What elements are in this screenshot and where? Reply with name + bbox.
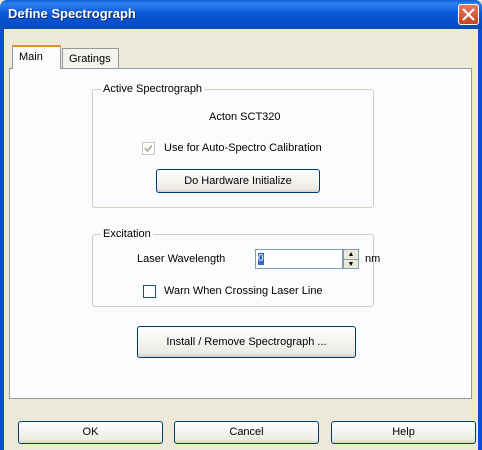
help-button[interactable]: Help — [331, 421, 476, 444]
auto-calibration-checkbox[interactable] — [142, 142, 155, 155]
active-spectrograph-group: Active Spectrograph Acton SCT320 Use for… — [92, 83, 374, 208]
ok-button[interactable]: OK — [18, 421, 163, 444]
laser-wavelength-value: 0 — [258, 253, 264, 266]
spectrograph-model: Acton SCT320 — [209, 111, 281, 123]
active-spectrograph-group-label: Active Spectrograph — [101, 83, 205, 95]
laser-wavelength-label: Laser Wavelength — [137, 253, 226, 265]
laser-wavelength-spinner[interactable]: ▲ ▼ — [343, 249, 359, 269]
install-remove-button-label: Install / Remove Spectrograph ... — [166, 336, 327, 348]
hardware-initialize-button[interactable]: Do Hardware Initialize — [156, 169, 320, 193]
warn-laser-line-checkbox[interactable] — [143, 285, 156, 298]
close-icon — [462, 8, 475, 21]
help-button-label: Help — [392, 426, 415, 438]
close-button[interactable] — [458, 4, 479, 25]
tab-main[interactable]: Main — [12, 45, 61, 69]
window-frame-left — [0, 29, 4, 450]
dialog-title: Define Spectrograph — [8, 6, 136, 21]
excitation-group-label: Excitation — [101, 228, 153, 240]
tab-main-label: Main — [19, 51, 43, 63]
spin-down-icon[interactable]: ▼ — [344, 260, 358, 269]
auto-calibration-label: Use for Auto-Spectro Calibration — [164, 142, 322, 154]
tab-gratings[interactable]: Gratings — [62, 48, 119, 69]
title-bar[interactable]: Define Spectrograph — [0, 0, 482, 29]
hardware-initialize-button-label: Do Hardware Initialize — [184, 175, 292, 187]
ok-button-label: OK — [82, 426, 99, 438]
window-frame-right — [478, 29, 482, 450]
excitation-group: Excitation Laser Wavelength 0 ▲ ▼ nm War… — [92, 228, 380, 307]
tab-gratings-label: Gratings — [69, 53, 111, 65]
warn-laser-line-label: Warn When Crossing Laser Line — [164, 285, 323, 297]
spin-up-icon[interactable]: ▲ — [344, 250, 358, 260]
install-remove-spectrograph-button[interactable]: Install / Remove Spectrograph ... — [137, 326, 356, 358]
wavelength-unit: nm — [365, 253, 381, 265]
cancel-button[interactable]: Cancel — [174, 421, 319, 444]
laser-wavelength-input[interactable]: 0 — [255, 249, 343, 269]
define-spectrograph-dialog: Define Spectrograph Main Gratings Active… — [0, 0, 482, 450]
main-tab-panel: Active Spectrograph Acton SCT320 Use for… — [9, 68, 472, 399]
checkmark-icon — [144, 144, 153, 153]
cancel-button-label: Cancel — [229, 426, 264, 438]
